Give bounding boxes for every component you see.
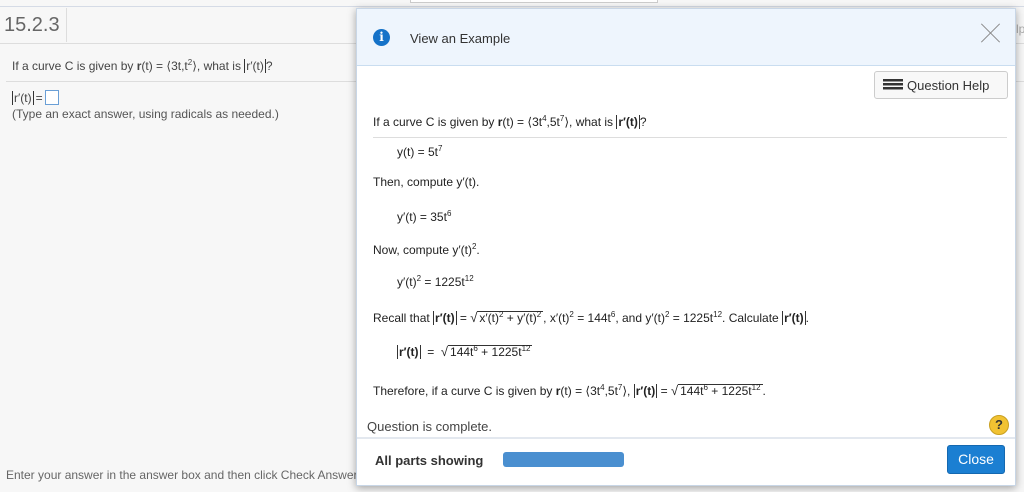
text: , what is <box>196 59 245 73</box>
progress-bar <box>503 452 624 467</box>
step-line: y(t) = 5t7 <box>397 144 443 160</box>
sqrt: √ 144t6 + 1225t12 <box>440 344 533 359</box>
step-line: Then, compute y′(t). <box>373 175 480 189</box>
question-help-button[interactable]: Question Help <box>874 71 1008 99</box>
text: = <box>420 345 441 359</box>
text: . <box>805 311 809 325</box>
text: 7 <box>438 144 443 153</box>
step-line: Recall that r′(t) = √ x′(t)2 + y′(t)2, x′… <box>373 310 809 325</box>
text: = 144t <box>573 311 611 325</box>
text: Therefore, if a curve C is given by <box>373 384 556 398</box>
text: 12 <box>521 344 531 353</box>
text: r′(t) <box>433 311 457 325</box>
text: = <box>456 311 471 325</box>
text: = <box>35 90 43 105</box>
text: r′(t) <box>244 59 266 73</box>
info-icon: i <box>373 29 390 46</box>
text: (t) = <box>141 59 167 73</box>
text: = 1225t <box>669 311 714 325</box>
parts-label: All parts showing <box>375 453 484 468</box>
close-icon[interactable] <box>981 23 1001 43</box>
text: 2 <box>536 310 542 319</box>
text: r′(t) <box>616 115 640 129</box>
text: r′(t) <box>397 345 421 359</box>
text: , x′(t) <box>543 311 570 325</box>
text: (t) = ⟨3t <box>560 384 601 398</box>
text: ? <box>265 59 273 73</box>
dialog-footer: All parts showing Close <box>357 437 1015 485</box>
answer-row: r′(t) = <box>12 90 59 105</box>
divider <box>0 6 1024 7</box>
text: y′(t) <box>397 275 417 289</box>
answer-input[interactable] <box>44 90 59 105</box>
question-number: 15.2.3 <box>4 14 60 36</box>
step-line: Now, compute y′(t)2. <box>373 243 480 258</box>
text: Recall that <box>373 311 434 325</box>
text: , and y′(t) <box>615 311 665 325</box>
sqrt: √ x′(t)2 + y′(t)2 <box>470 310 544 325</box>
text: ⟩, <box>622 384 634 398</box>
answer-hint: (Type an exact answer, using radicals as… <box>12 107 279 121</box>
text: ,5t <box>604 384 618 398</box>
text: 144t <box>450 345 474 359</box>
text: ? <box>639 115 647 129</box>
text: 12 <box>464 274 474 283</box>
text: r′(t) <box>782 311 806 325</box>
text: (t) = ⟨3t <box>502 115 543 129</box>
list-icon <box>883 79 903 91</box>
conclusion-line: Therefore, if a curve C is given by r(t)… <box>373 383 766 398</box>
text: Now, compute y′(t) <box>373 243 472 257</box>
text: 12 <box>713 310 723 319</box>
dialog-header: i View an Example <box>357 9 1015 66</box>
text: + 1225t <box>477 345 522 359</box>
text: + y′(t) <box>503 311 537 325</box>
close-button[interactable]: Close <box>947 445 1005 474</box>
step-line: r′(t) = √ 144t6 + 1225t12 <box>397 344 533 359</box>
dialog-title: View an Example <box>410 31 511 46</box>
button-label: Question Help <box>907 77 990 93</box>
text: + 1225t <box>707 384 752 398</box>
text: If a curve C is given by <box>373 115 498 129</box>
step-line: y′(t) = 35t6 <box>397 209 452 225</box>
text: y(t) = 5t <box>397 145 439 159</box>
divider <box>66 8 67 42</box>
help-icon[interactable]: ? <box>989 415 1009 435</box>
text: If a curve C is given by <box>12 59 137 73</box>
text: 6 <box>446 209 452 218</box>
text: ,5t <box>546 115 560 129</box>
text: = <box>657 384 671 398</box>
question-text: If a curve C is given by r(t) = ⟨3t,t2⟩,… <box>12 59 273 73</box>
text: = 1225t <box>421 275 465 289</box>
text: . <box>762 384 766 398</box>
status-text: Question is complete. <box>367 419 493 434</box>
text: . Calculate <box>722 311 783 325</box>
step-line: y′(t)2 = 1225t12 <box>397 274 474 290</box>
answer-label: r′(t) <box>12 90 34 105</box>
text: x′(t) <box>479 311 499 325</box>
text: 12 <box>751 383 761 392</box>
side-fragment: lp <box>1016 22 1024 36</box>
divider <box>373 137 1007 138</box>
text: 3t,t <box>171 59 188 73</box>
text: r′(t) <box>633 384 658 398</box>
progress-fill <box>503 452 624 467</box>
text: 144t <box>680 384 704 398</box>
text: y′(t) = 35t <box>397 210 447 224</box>
text: ⟩, what is <box>564 115 617 129</box>
instruction-text: Enter your answer in the answer box and … <box>6 468 361 482</box>
sqrt: √ 144t6 + 1225t12 <box>670 383 763 398</box>
top-tab <box>410 0 658 3</box>
example-dialog: i View an Example Question Help If a cur… <box>356 8 1016 486</box>
text: . <box>476 243 480 257</box>
example-question: If a curve C is given by r(t) = ⟨3t4,5t7… <box>373 115 647 129</box>
